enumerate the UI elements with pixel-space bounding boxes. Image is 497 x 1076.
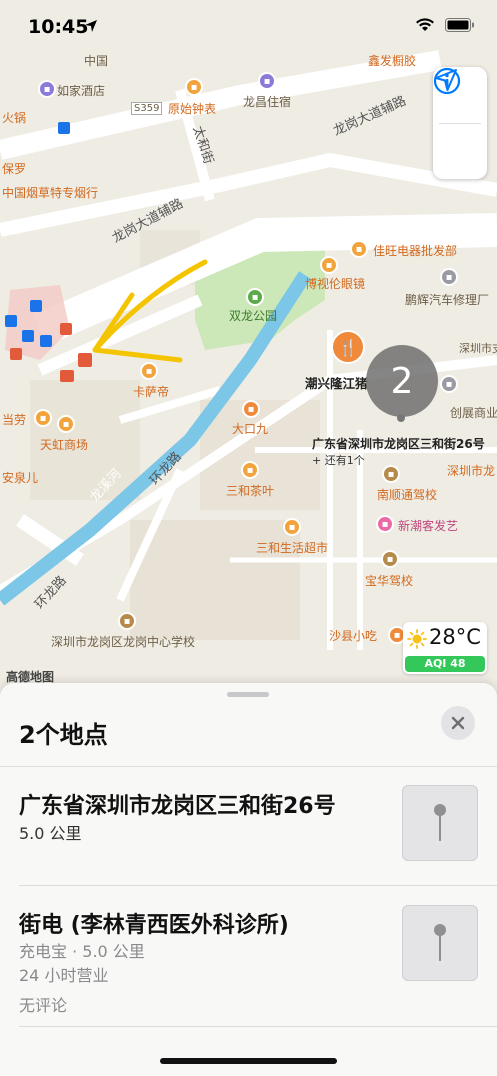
highway-shield: S359 bbox=[131, 102, 163, 115]
weather-temperature: 28°C bbox=[429, 625, 481, 649]
result-reviews: 无评论 bbox=[19, 996, 68, 1015]
poi-label[interactable]: 宝华驾校 bbox=[365, 572, 413, 589]
shop-icon[interactable]: ▪ bbox=[320, 256, 338, 274]
poi-label[interactable]: 创展商业 bbox=[450, 404, 497, 421]
cluster-address[interactable]: 广东省深圳市龙岗区三和街26号 bbox=[312, 435, 485, 452]
close-button[interactable] bbox=[441, 706, 475, 740]
shop-icon[interactable]: ▪ bbox=[140, 362, 158, 380]
location-arrow-icon bbox=[435, 69, 457, 91]
aqi-badge: AQI 48 bbox=[405, 656, 485, 672]
poi-label[interactable]: 天虹商场 bbox=[40, 436, 88, 453]
cluster-marker[interactable]: 2 bbox=[366, 345, 438, 417]
result-name: 广东省深圳市龙岗区三和街26号 bbox=[19, 794, 336, 819]
location-arrow-icon bbox=[85, 20, 97, 32]
result-item[interactable]: 街电 (李林青西医外科诊所) 充电宝 · 5.0 公里 24 小时营业 无评论 bbox=[0, 885, 497, 1025]
poi-label[interactable]: 火锅 bbox=[2, 109, 26, 126]
current-location-button[interactable] bbox=[433, 69, 487, 180]
poi-label[interactable]: 如家酒店 bbox=[57, 82, 105, 99]
poi-label[interactable]: 中国烟草特专烟行 bbox=[2, 184, 98, 201]
shop-icon[interactable]: ▪ bbox=[57, 415, 75, 433]
food-icon[interactable]: ▪ bbox=[242, 400, 260, 418]
poi-label[interactable]: 深圳市龙岗区龙岗中心学校 bbox=[51, 633, 195, 650]
shop-icon[interactable]: ▪ bbox=[350, 240, 368, 258]
shop-icon[interactable]: ▪ bbox=[283, 518, 301, 536]
poi-label[interactable]: 深圳市支队龙 bbox=[459, 340, 497, 356]
school-icon[interactable]: ▪ bbox=[118, 612, 136, 630]
poi-label[interactable]: 深圳市龙 bbox=[447, 462, 495, 479]
sheet-title: 2个地点 bbox=[19, 721, 108, 749]
home-indicator[interactable] bbox=[160, 1058, 337, 1064]
map-controls bbox=[433, 67, 487, 179]
result-hours: 24 小时营业 bbox=[19, 966, 109, 985]
poi-label[interactable]: 潮兴隆江猪 bbox=[305, 373, 368, 392]
park-icon[interactable]: ▪ bbox=[246, 288, 264, 306]
close-icon bbox=[451, 716, 465, 730]
poi-label[interactable]: 佳旺电器批发部 bbox=[373, 242, 457, 259]
hotel-icon[interactable]: ▪ bbox=[38, 80, 56, 98]
mcdonalds-icon[interactable]: ▪ bbox=[34, 409, 52, 427]
shop-icon[interactable]: ▪ bbox=[185, 78, 203, 96]
school-icon[interactable]: ▪ bbox=[382, 465, 400, 483]
result-thumbnail bbox=[402, 905, 478, 981]
poi-label[interactable]: 三和生活超市 bbox=[256, 539, 328, 556]
pin-icon bbox=[434, 924, 446, 961]
poi-label[interactable]: 博视伦眼镜 bbox=[305, 275, 365, 292]
result-name: 街电 (李林青西医外科诊所) bbox=[19, 913, 289, 938]
cluster-marker-tip bbox=[397, 414, 405, 422]
sun-icon bbox=[407, 629, 427, 649]
result-distance: 5.0 公里 bbox=[19, 824, 82, 843]
school-icon[interactable]: ▪ bbox=[381, 550, 399, 568]
map-view[interactable]: 龙岗大道辅路 龙岗大道辅路 太和街 龙溪河 环龙路 环龙路 如家酒店 龙昌住宿 … bbox=[0, 0, 497, 700]
weather-widget[interactable]: 28°C AQI 48 bbox=[403, 622, 487, 674]
poi-label[interactable]: 沙县小吃 bbox=[329, 627, 377, 644]
restaurant-pin-icon[interactable]: 🍴 bbox=[331, 330, 365, 364]
result-thumbnail bbox=[402, 785, 478, 861]
pin-icon bbox=[434, 804, 446, 841]
poi-label[interactable]: 三和茶叶 bbox=[226, 482, 274, 499]
poi-label[interactable]: 原始钟表 bbox=[168, 100, 216, 117]
car-repair-icon[interactable]: ▪ bbox=[440, 268, 458, 286]
poi-label[interactable]: 安泉儿 bbox=[2, 469, 38, 486]
salon-icon[interactable]: ▪ bbox=[376, 515, 394, 533]
wifi-icon bbox=[416, 18, 434, 31]
results-sheet: 2个地点 广东省深圳市龙岗区三和街26号 5.0 公里 街电 (李林青西医外科诊… bbox=[0, 683, 497, 1076]
poi-label[interactable]: 新潮客发艺 bbox=[398, 517, 458, 534]
poi-label[interactable]: 当劳 bbox=[2, 411, 26, 428]
status-time: 10:45 bbox=[28, 16, 89, 38]
poi-label[interactable]: 龙昌住宿 bbox=[243, 93, 291, 110]
poi-label[interactable]: 保罗 bbox=[2, 160, 26, 177]
battery-icon bbox=[445, 18, 474, 32]
sheet-grabber[interactable] bbox=[227, 692, 269, 697]
building-icon[interactable]: ▪ bbox=[440, 375, 458, 393]
hotel-icon[interactable]: ▪ bbox=[258, 72, 276, 90]
poi-label[interactable]: 鹏辉汽车修理厂 bbox=[405, 291, 489, 308]
shop-icon[interactable]: ▪ bbox=[241, 461, 259, 479]
cluster-more[interactable]: + 还有1个 bbox=[312, 452, 365, 468]
poi-label[interactable]: 双龙公园 bbox=[229, 307, 277, 324]
result-item[interactable]: 广东省深圳市龙岗区三和街26号 5.0 公里 bbox=[0, 766, 497, 886]
poi-label[interactable]: 大口九 bbox=[232, 420, 268, 437]
poi-label[interactable]: 南顺通驾校 bbox=[377, 486, 437, 503]
status-bar: 10:45 bbox=[0, 0, 497, 58]
result-category: 充电宝 · 5.0 公里 bbox=[19, 942, 145, 961]
divider bbox=[19, 1026, 497, 1027]
poi-label[interactable]: 卡萨帝 bbox=[133, 383, 169, 400]
